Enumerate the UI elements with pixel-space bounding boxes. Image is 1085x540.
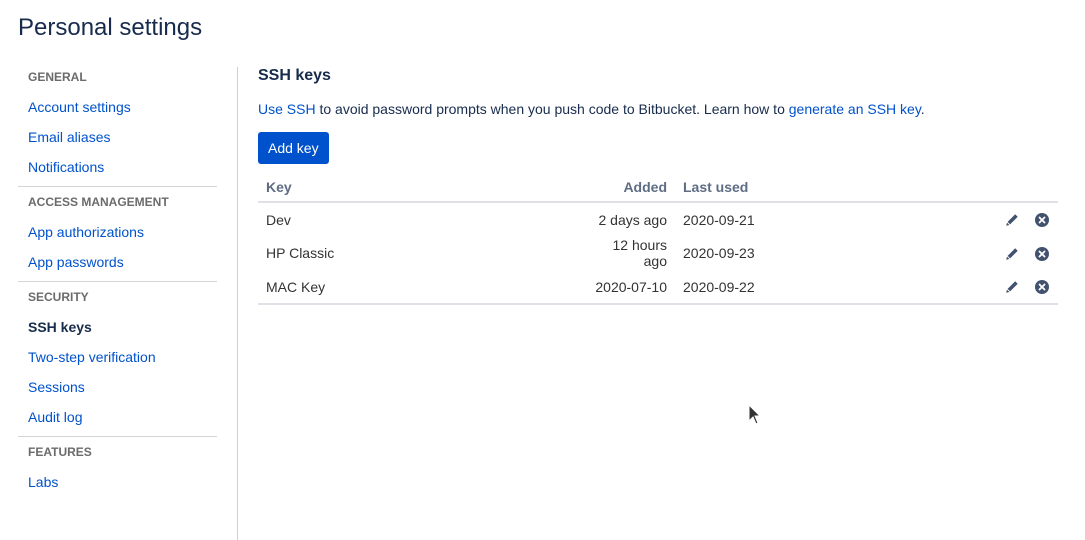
table-row: HP Classic 12 hours ago 2020-09-23 xyxy=(258,236,1058,270)
delete-icon[interactable] xyxy=(1034,212,1050,228)
sidebar-item-labs[interactable]: Labs xyxy=(18,467,217,497)
nav-group-security: SECURITY SSH keys Two-step verification … xyxy=(18,281,217,436)
row-actions xyxy=(795,236,1058,270)
ssh-keys-table: Key Added Last used Dev 2 days ago 2020-… xyxy=(258,172,1058,305)
table-header-row: Key Added Last used xyxy=(258,172,1058,203)
key-name: Dev xyxy=(266,211,291,228)
sidebar-item-audit-log[interactable]: Audit log xyxy=(18,402,217,432)
nav-group-access-management: ACCESS MANAGEMENT App authorizations App… xyxy=(18,186,217,281)
column-header-added: Added xyxy=(578,172,675,203)
use-ssh-link[interactable]: Use SSH xyxy=(258,101,316,117)
key-added: 2 days ago xyxy=(598,211,668,228)
description-period: . xyxy=(920,101,925,117)
sidebar-item-sessions[interactable]: Sessions xyxy=(18,372,217,402)
key-name: MAC Key xyxy=(258,270,578,305)
sidebar-item-app-passwords[interactable]: App passwords xyxy=(18,247,217,277)
nav-heading-general: GENERAL xyxy=(28,70,87,84)
column-header-last-used: Last used xyxy=(675,172,795,203)
mouse-cursor-icon xyxy=(748,403,762,426)
sidebar-divider xyxy=(237,67,238,540)
row-actions xyxy=(795,202,1058,236)
add-key-button[interactable]: Add key xyxy=(258,132,329,164)
delete-icon[interactable] xyxy=(1034,279,1050,295)
description-text: to avoid password prompts when you push … xyxy=(315,101,789,117)
sidebar-item-account-settings[interactable]: Account settings xyxy=(18,92,217,122)
nav-group-general: GENERAL Account settings Email aliases N… xyxy=(18,62,217,186)
nav-group-features: FEATURES Labs xyxy=(18,436,217,501)
edit-icon[interactable] xyxy=(1004,246,1020,262)
nav-heading-features: FEATURES xyxy=(28,445,92,459)
key-last-used: 2020-09-21 xyxy=(683,211,755,228)
sidebar-item-notifications[interactable]: Notifications xyxy=(18,152,217,182)
page-title: Personal settings xyxy=(18,14,203,41)
edit-icon[interactable] xyxy=(1004,212,1020,228)
edit-icon[interactable] xyxy=(1004,279,1020,295)
generate-ssh-key-link[interactable]: generate an SSH key xyxy=(789,101,921,117)
column-header-key: Key xyxy=(258,172,578,203)
section-title: SSH keys xyxy=(258,67,331,84)
nav-heading-access-management: ACCESS MANAGEMENT xyxy=(28,195,169,209)
main-content: SSH keys Use SSH to avoid password promp… xyxy=(258,66,1058,305)
table-row: Dev 2 days ago 2020-09-21 xyxy=(258,202,1058,236)
key-added: 12 hours ago xyxy=(612,237,667,269)
sidebar-item-ssh-keys[interactable]: SSH keys xyxy=(18,312,217,342)
key-added: 2020-07-10 xyxy=(578,270,675,305)
table-row: MAC Key 2020-07-10 2020-09-22 xyxy=(258,270,1058,305)
delete-icon[interactable] xyxy=(1034,246,1050,262)
sidebar-item-two-step-verification[interactable]: Two-step verification xyxy=(18,342,217,372)
nav-heading-security: SECURITY xyxy=(28,290,89,304)
row-actions xyxy=(795,270,1058,305)
key-name: HP Classic xyxy=(266,245,335,261)
key-last-used: 2020-09-22 xyxy=(675,270,795,305)
key-last-used: 2020-09-23 xyxy=(683,245,755,261)
sidebar-item-email-aliases[interactable]: Email aliases xyxy=(18,122,217,152)
description: Use SSH to avoid password prompts when y… xyxy=(258,99,1058,119)
sidebar-nav: GENERAL Account settings Email aliases N… xyxy=(18,62,217,501)
sidebar-item-app-authorizations[interactable]: App authorizations xyxy=(18,217,217,247)
column-header-actions xyxy=(795,172,1058,203)
